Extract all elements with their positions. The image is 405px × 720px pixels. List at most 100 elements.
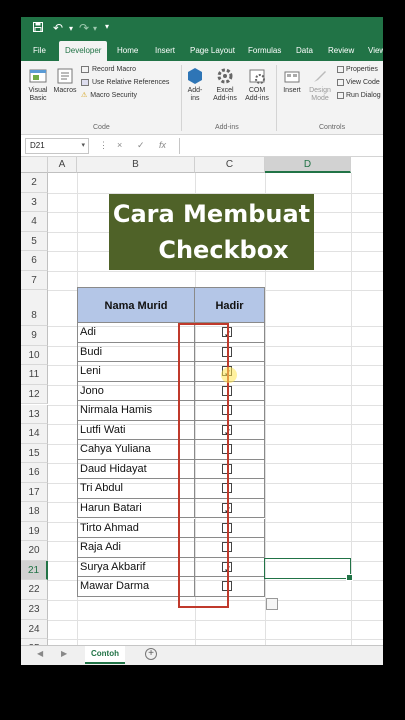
- record-macro-button[interactable]: Record Macro: [81, 65, 136, 75]
- mouse-cursor-icon: [221, 367, 237, 383]
- com-add-ins-button[interactable]: COM Add-ins: [242, 67, 272, 103]
- sheet-prev-icon[interactable]: ◀: [37, 649, 43, 658]
- row-header[interactable]: 14: [21, 424, 48, 444]
- select-all-corner[interactable]: [21, 157, 48, 173]
- properties-button[interactable]: Properties: [337, 65, 378, 75]
- row-header[interactable]: 16: [21, 463, 48, 483]
- properties-icon: [337, 65, 344, 73]
- row-header[interactable]: 18: [21, 502, 48, 522]
- row-header[interactable]: 10: [21, 345, 48, 366]
- add-sheet-icon[interactable]: +: [145, 648, 157, 660]
- selected-cell-d21[interactable]: [264, 558, 353, 581]
- formula-input[interactable]: [179, 138, 379, 154]
- column-header-b[interactable]: B: [77, 157, 195, 173]
- function-icon[interactable]: fx: [159, 140, 166, 150]
- row-header[interactable]: 24: [21, 619, 48, 640]
- visual-basic-label-2: Basic: [29, 95, 47, 102]
- undo-icon[interactable]: ↶: [53, 21, 63, 35]
- tab-page-layout[interactable]: Page Layout: [190, 41, 235, 61]
- tab-data[interactable]: Data: [296, 41, 313, 61]
- excel-window: ↶ ▾ ↷ ▾ ▾ File Developer Home Insert Pag…: [21, 17, 383, 665]
- visual-basic-button[interactable]: Visual Basic: [25, 67, 51, 103]
- save-icon[interactable]: [33, 21, 43, 35]
- header-nama-murid[interactable]: Nama Murid: [77, 287, 195, 323]
- excel-add-ins-button[interactable]: Excel Add-ins: [210, 67, 240, 103]
- row-header[interactable]: 11: [21, 365, 48, 385]
- chevron-down-icon[interactable]: ▾: [81, 139, 85, 153]
- add-ins-icon: [188, 68, 202, 84]
- row-header[interactable]: 21: [21, 560, 48, 581]
- run-dialog-button[interactable]: Run Dialog: [337, 91, 381, 101]
- row-header[interactable]: 7: [21, 270, 48, 291]
- column-header-a[interactable]: A: [48, 157, 77, 173]
- row-header[interactable]: 19: [21, 521, 48, 542]
- tab-home[interactable]: Home: [117, 41, 138, 61]
- row-header[interactable]: 5: [21, 231, 48, 252]
- row-header[interactable]: 8: [21, 290, 48, 327]
- checkbox-highlight-box: [178, 323, 229, 608]
- controls-group-label: Controls: [319, 124, 346, 131]
- visual-basic-icon: [29, 69, 47, 83]
- name-box[interactable]: D21 ▾: [25, 138, 89, 154]
- chevron-down-icon[interactable]: ▾: [93, 24, 97, 33]
- tab-view[interactable]: View: [368, 41, 383, 61]
- row-header[interactable]: 3: [21, 192, 48, 213]
- customize-qat-icon[interactable]: ▾: [105, 22, 109, 31]
- gridline: [48, 270, 383, 272]
- sheet-tab-bar: ◀ ▶ Contoh +: [21, 645, 383, 665]
- design-mode-button[interactable]: Design Mode: [307, 67, 333, 103]
- run-dialog-label: Run Dialog: [346, 92, 381, 99]
- code-group-label: Code: [93, 124, 110, 131]
- com-add-ins-icon: [249, 69, 265, 84]
- paste-options-icon[interactable]: [266, 598, 278, 610]
- tab-insert[interactable]: Insert: [155, 41, 175, 61]
- record-macro-label: Record Macro: [92, 66, 136, 73]
- row-header[interactable]: 20: [21, 541, 48, 561]
- properties-label: Properties: [346, 66, 378, 73]
- tab-review[interactable]: Review: [328, 41, 354, 61]
- worksheet-grid[interactable]: A B C D 2 3 4 5 6 7 8 9 10 11 12 13 14 15 16 17 18 19 20 21…: [21, 157, 383, 652]
- sheet-next-icon[interactable]: ▶: [61, 649, 67, 658]
- gridline: [48, 619, 383, 621]
- row-header[interactable]: 6: [21, 251, 48, 271]
- cancel-icon[interactable]: ×: [117, 140, 122, 150]
- sheet-tab-contoh[interactable]: Contoh: [85, 646, 125, 664]
- enter-icon[interactable]: ✓: [137, 140, 145, 151]
- row-header[interactable]: 13: [21, 404, 48, 425]
- row-header[interactable]: 12: [21, 384, 48, 405]
- row-header[interactable]: 15: [21, 443, 48, 464]
- add-ins-button[interactable]: Add- ins: [184, 67, 206, 103]
- insert-control-button[interactable]: Insert: [280, 67, 304, 95]
- row-header[interactable]: 23: [21, 600, 48, 620]
- view-code-button[interactable]: View Code: [337, 78, 380, 88]
- ribbon-separator: [181, 65, 182, 131]
- row-header[interactable]: 4: [21, 212, 48, 232]
- row-header[interactable]: 22: [21, 580, 48, 600]
- macros-label: Macros: [53, 87, 77, 94]
- insert-label: Insert: [283, 87, 301, 94]
- relative-references-icon: [81, 78, 89, 86]
- macro-security-button[interactable]: ⚠ Macro Security: [81, 91, 137, 101]
- use-relative-label: Use Relative References: [92, 79, 170, 86]
- row-header[interactable]: 17: [21, 482, 48, 503]
- macros-icon: [57, 68, 73, 84]
- column-header-d[interactable]: D: [265, 157, 351, 173]
- row-header[interactable]: 9: [21, 326, 48, 346]
- add-ins-label-1: Add-: [187, 87, 203, 94]
- macros-button[interactable]: Macros: [52, 67, 78, 95]
- tab-developer[interactable]: Developer: [59, 41, 108, 61]
- chevron-down-icon[interactable]: ▾: [69, 24, 73, 33]
- tab-formulas[interactable]: Formulas: [248, 41, 281, 61]
- tab-file[interactable]: File: [33, 41, 46, 61]
- design-mode-label-2: Mode: [311, 95, 329, 102]
- use-relative-references-button[interactable]: Use Relative References: [81, 78, 169, 88]
- banner-line-1: Cara Membuat: [112, 200, 311, 228]
- redo-icon[interactable]: ↷: [79, 21, 89, 35]
- macro-security-label: Macro Security: [90, 92, 137, 99]
- title-banner: Cara Membuat Checkbox: [109, 194, 314, 270]
- row-header[interactable]: 2: [21, 173, 48, 193]
- header-hadir[interactable]: Hadir: [194, 287, 265, 323]
- formula-bar: D21 ▾ ⋮ × ✓ fx: [21, 135, 383, 157]
- design-mode-label-1: Design: [309, 87, 331, 94]
- column-header-c[interactable]: C: [195, 157, 265, 173]
